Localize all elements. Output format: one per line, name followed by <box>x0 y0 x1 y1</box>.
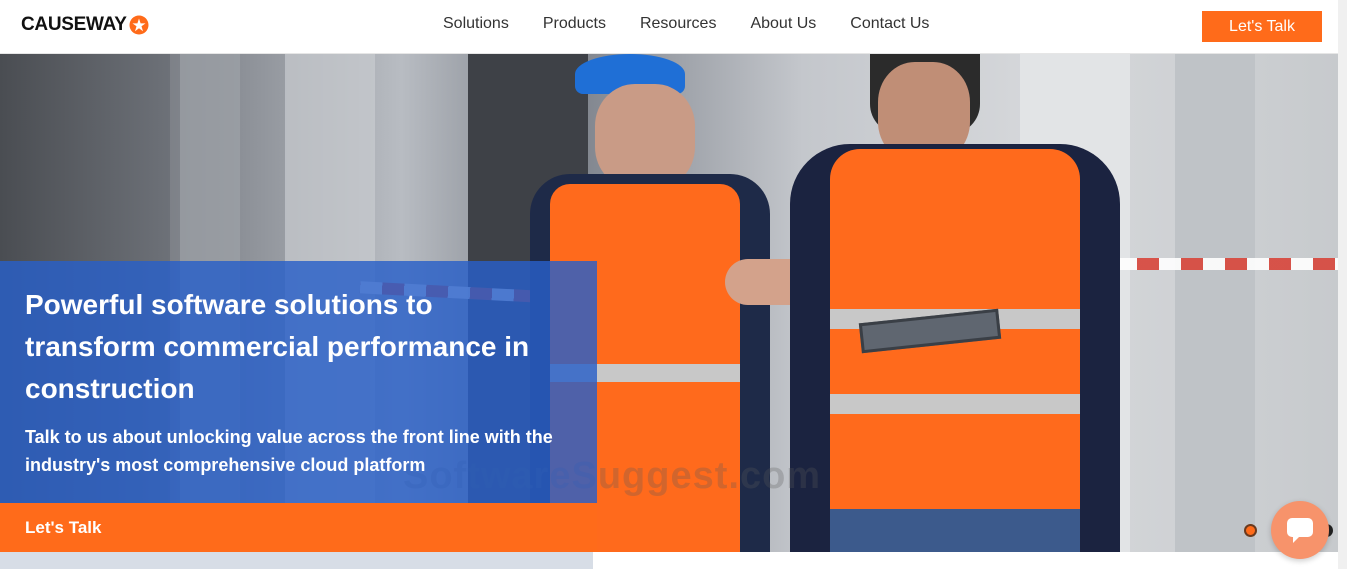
lets-talk-header-button[interactable]: Let's Talk <box>1202 11 1322 42</box>
chat-widget-button[interactable] <box>1271 501 1329 559</box>
site-header: CAUSEWAY Solutions Products Resources Ab… <box>0 0 1347 54</box>
causeway-logo[interactable]: CAUSEWAY <box>21 14 149 36</box>
worker-right-illustration <box>790 54 1120 552</box>
hero-title: Powerful software solutions to transform… <box>25 289 530 404</box>
barrier-tape-right <box>1115 258 1338 270</box>
worker-right-jeans <box>830 509 1080 552</box>
carousel-dot-active[interactable] <box>1244 524 1257 537</box>
nav-products[interactable]: Products <box>526 15 623 33</box>
chat-bubble-icon <box>1287 518 1313 543</box>
hero-subtitle: Talk to us about unlocking value across … <box>25 427 553 475</box>
vest-reflective-stripe <box>830 394 1080 414</box>
nav-resources[interactable]: Resources <box>623 15 733 33</box>
nav-contact-us[interactable]: Contact Us <box>833 15 946 33</box>
page-scrollbar[interactable] <box>1338 0 1347 569</box>
orange-star-icon <box>129 15 149 35</box>
main-nav: Solutions Products Resources About Us Co… <box>426 15 946 33</box>
nav-solutions[interactable]: Solutions <box>426 15 526 33</box>
below-hero-strip <box>0 552 593 569</box>
lets-talk-hero-button[interactable]: Let's Talk <box>0 503 597 552</box>
logo-text: CAUSEWAY <box>21 14 127 35</box>
background-pillar-right <box>1175 54 1255 552</box>
nav-about-us[interactable]: About Us <box>733 15 833 33</box>
